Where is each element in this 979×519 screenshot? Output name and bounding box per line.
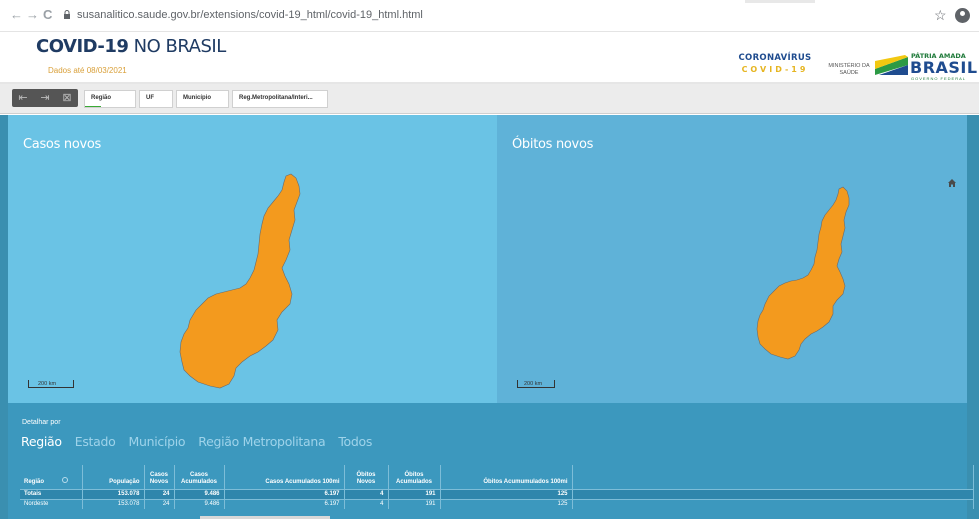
obitos-novos-title: Óbitos novos	[512, 137, 594, 152]
governo-federal-logo: PÁTRIA AMADA BRASIL GOVERNO FEDERAL	[875, 52, 977, 82]
detail-tabs: Região Estado Município Região Metropoli…	[21, 434, 381, 449]
page-header: COVID-19 NO BRASIL Dados até 08/03/2021 …	[0, 33, 979, 83]
covid-logo-text: COVID-19	[741, 65, 809, 74]
table-cell: Totais	[20, 488, 83, 499]
tab-todos[interactable]: Todos	[338, 434, 372, 449]
table-cell: 4	[344, 488, 389, 499]
filter-reg-metropolitana-label: Reg.Metropolitana/Interi...	[239, 95, 313, 101]
filter-municipio[interactable]: Município	[176, 90, 229, 108]
table-cell: 125	[440, 498, 573, 509]
column-header-obitos-novos[interactable]: Óbitos Novos	[344, 465, 389, 489]
governo-federal-text: GOVERNO FEDERAL	[911, 76, 967, 81]
filter-regiao-label: Região	[91, 95, 112, 101]
data-table: Região População Casos Novos Casos Acumu…	[20, 465, 974, 509]
table-cell	[572, 488, 974, 499]
coronavirus-logo-text: CORONAVÍRUS	[738, 53, 812, 63]
filter-uf[interactable]: UF	[139, 90, 173, 108]
browser-toolbar: ← → C susanalitico.saude.gov.br/extensio…	[0, 0, 979, 32]
tab-estado[interactable]: Estado	[75, 434, 116, 449]
filter-uf-label: UF	[146, 95, 154, 101]
table-cell: 9.486	[174, 488, 225, 499]
tab-regiao-metropolitana[interactable]: Região Metropolitana	[198, 434, 325, 449]
table-cell	[572, 498, 974, 509]
filter-active-indicator	[85, 106, 101, 107]
table-cell: 125	[440, 488, 573, 499]
filter-reg-metropolitana[interactable]: Reg.Metropolitana/Interi...	[232, 90, 328, 108]
page-title-light: NO BRASIL	[128, 36, 227, 57]
forward-selection-icon[interactable]: ⇥	[38, 92, 52, 104]
table-row[interactable]: Nordeste 153.078 24 9.486 6.197 4 191 12…	[20, 498, 974, 509]
url-text[interactable]: susanalitico.saude.gov.br/extensions/cov…	[77, 9, 423, 21]
clear-selection-icon[interactable]: ⊠	[60, 92, 74, 104]
column-header-obitos-acumulados[interactable]: Óbitos Acumulados	[388, 465, 441, 489]
column-header-casos-novos[interactable]: Casos Novos	[144, 465, 175, 489]
casos-novos-map[interactable]: Casos novos 200 km	[8, 115, 497, 403]
table-cell[interactable]: Nordeste	[20, 498, 83, 509]
tab-municipio[interactable]: Município	[128, 434, 185, 449]
ministerio-saude-logo: MINISTÉRIO DA SAÚDE	[826, 63, 872, 77]
data-date-subtitle: Dados até 08/03/2021	[48, 66, 127, 75]
left-edge-strip	[0, 115, 8, 519]
home-icon[interactable]	[947, 178, 957, 188]
table-cell: 4	[344, 498, 389, 509]
scale-label-left: 200 km	[38, 381, 57, 387]
brasil-text: BRASIL	[910, 58, 978, 77]
table-cell: 191	[388, 488, 441, 499]
bookmark-star-icon[interactable]: ☆	[934, 7, 947, 24]
filter-regiao[interactable]: Região	[84, 90, 136, 108]
ministerio-line-1: MINISTÉRIO DA	[828, 63, 870, 69]
column-header-empty	[572, 465, 974, 489]
column-header-regiao[interactable]: Região	[20, 465, 83, 489]
profile-icon[interactable]	[955, 8, 970, 23]
table-cell: 6.197	[224, 488, 345, 499]
table-cell: 24	[144, 488, 175, 499]
tab-strip-edge	[745, 0, 815, 3]
reload-button[interactable]: C	[43, 8, 52, 22]
filter-municipio-label: Município	[183, 95, 211, 101]
piaui-region-shape[interactable]	[755, 184, 870, 374]
column-header-casos-acumulados-100mi[interactable]: Casos Acumulados 100mi	[224, 465, 345, 489]
search-icon[interactable]	[62, 476, 69, 483]
ministerio-line-2: SAÚDE	[839, 70, 859, 76]
table-cell: 6.197	[224, 498, 345, 509]
table-cell: 24	[144, 498, 175, 509]
selection-tools: ⇤ ⇥ ⊠	[12, 89, 78, 107]
scale-label-right: 200 km	[524, 381, 543, 387]
detalhar-por-label: Detalhar por	[22, 419, 61, 426]
page-title: COVID-19 NO BRASIL	[36, 35, 226, 58]
column-header-obitos-acumulados-100mi[interactable]: Óbitos Acumumulados 100mi	[440, 465, 573, 489]
brasil-flag-icon	[875, 55, 908, 75]
right-edge-strip	[967, 115, 979, 519]
table-cell: 191	[388, 498, 441, 509]
back-button[interactable]: ←	[10, 8, 23, 22]
table-row-totais: Totais 153.078 24 9.486 6.197 4 191 125	[20, 488, 974, 499]
piaui-region-shape[interactable]	[178, 170, 328, 410]
column-header-casos-acumulados[interactable]: Casos Acumulados	[174, 465, 225, 489]
table-header-row: Região População Casos Novos Casos Acumu…	[20, 465, 974, 489]
coronavirus-logo: CORONAVÍRUS COVID-19	[737, 53, 813, 79]
forward-button[interactable]: →	[26, 8, 39, 22]
page-title-bold: COVID-19	[36, 36, 129, 57]
obitos-novos-map[interactable]: Óbitos novos 200 km	[497, 115, 967, 403]
filter-toolbar: ⇤ ⇥ ⊠ Região UF Município Reg.Metropolit…	[0, 84, 979, 114]
table-cell: 153.078	[82, 488, 145, 499]
lock-icon	[64, 10, 70, 19]
column-header-populacao[interactable]: População	[82, 465, 145, 489]
column-header-regiao-label: Região	[24, 478, 45, 485]
tab-regiao[interactable]: Região	[21, 434, 62, 449]
table-cell: 153.078	[82, 498, 145, 509]
table-cell: 9.486	[174, 498, 225, 509]
casos-novos-title: Casos novos	[23, 137, 101, 152]
back-selection-icon[interactable]: ⇤	[16, 92, 30, 104]
